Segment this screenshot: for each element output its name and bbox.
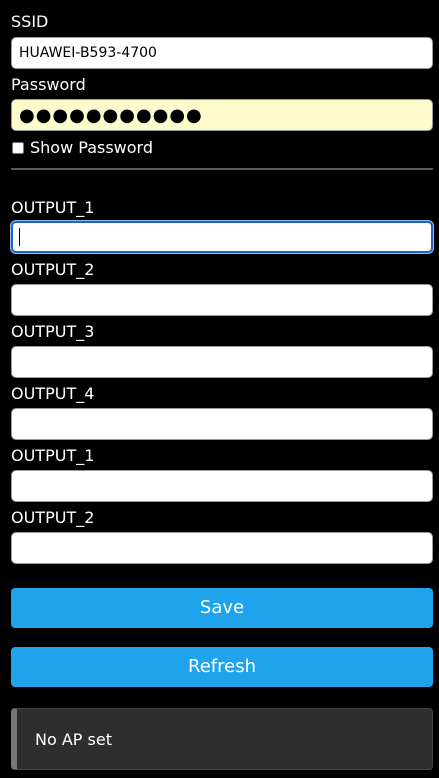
output-input-1[interactable] [11,221,433,253]
text-caret [19,228,20,246]
ssid-input[interactable] [11,37,433,69]
status-message: No AP set [35,729,112,749]
output-label-6: OUTPUT_2 [11,508,95,527]
ssid-label: SSID [11,12,49,31]
status-message-box: No AP set [11,708,433,770]
output-label-4: OUTPUT_4 [11,384,95,403]
show-password-checkbox[interactable] [12,142,24,154]
output-label-2: OUTPUT_2 [11,260,95,279]
password-label: Password [11,75,86,94]
output-input-5[interactable] [11,470,433,502]
output-label-1: OUTPUT_1 [11,198,95,217]
output-label-3: OUTPUT_3 [11,322,95,341]
divider [11,168,433,170]
show-password-label: Show Password [30,138,153,157]
refresh-button[interactable]: Refresh [11,647,433,687]
password-input[interactable] [11,99,433,131]
save-button[interactable]: Save [11,588,433,628]
output-input-4[interactable] [11,408,433,440]
output-input-2[interactable] [11,284,433,316]
output-label-5: OUTPUT_1 [11,446,95,465]
show-password-row[interactable]: Show Password [11,138,153,158]
output-input-6[interactable] [11,532,433,564]
output-input-3[interactable] [11,346,433,378]
